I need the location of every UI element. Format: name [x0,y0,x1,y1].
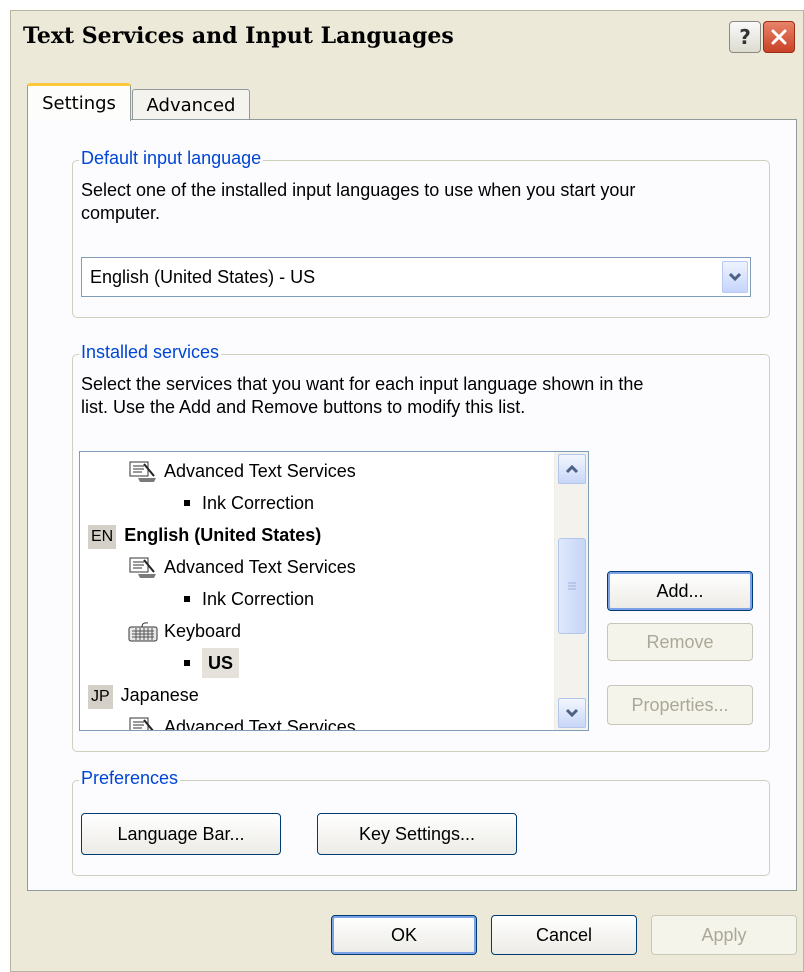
list-item-label: US [202,648,240,678]
tab-advanced-label: Advanced [146,94,236,116]
remove-button[interactable]: Remove [607,623,753,661]
text-services-icon [129,557,156,579]
list-scrollbar[interactable] [554,452,588,730]
tab-settings[interactable]: Settings [27,83,131,121]
dialog-window: Text Services and Input Languages ? Sett… [10,10,804,972]
bullet-icon [184,660,190,667]
list-item-label: Advanced Text Services [164,461,356,481]
text-services-icon [129,717,154,730]
tab-settings-label: Settings [42,93,116,114]
list-item-label: Keyboard [164,621,242,641]
language-badge: EN [88,525,117,549]
keyboard-icon [128,622,158,642]
tab-advanced[interactable]: Advanced [132,89,250,120]
chevron-down-icon [565,708,579,718]
grip-icon [568,582,576,590]
scroll-thumb[interactable] [558,538,586,634]
language-bar-button[interactable]: Language Bar... [81,813,281,855]
default-input-language-group: Default input language Select one of the… [72,148,770,318]
help-icon: ? [739,25,751,49]
close-button[interactable] [763,21,795,53]
installed-services-legend: Installed services [79,342,222,363]
help-button[interactable]: ? [729,21,761,53]
text-services-icon [129,461,156,483]
window-title: Text Services and Input Languages [23,23,454,49]
description-line: Select one of the installed input langua… [81,180,636,200]
key-settings-button[interactable]: Key Settings... [317,813,517,855]
settings-panel: Default input language Select one of the… [27,119,797,891]
list-item[interactable]: EN English (United States) [88,520,321,550]
list-item[interactable]: Advanced Text Services [128,712,356,731]
list-item-selected[interactable]: US [184,648,240,678]
default-input-language-description: Select one of the installed input langua… [81,179,635,225]
list-item[interactable]: Keyboard [128,616,241,646]
chevron-up-icon [565,464,579,474]
properties-button[interactable]: Properties... [607,685,753,725]
default-input-language-dropdown[interactable]: English (United States) - US [81,257,751,297]
installed-services-list[interactable]: Advanced Text Services Ink Correction EN… [79,451,589,731]
description-line: Select the services that you want for ea… [81,374,644,394]
description-line: computer. [81,203,161,223]
preferences-group: Preferences Language Bar... Key Settings… [72,768,770,876]
scroll-up-button[interactable] [558,454,586,484]
ok-button[interactable]: OK [331,915,477,955]
list-item[interactable]: Advanced Text Services [128,456,356,486]
list-item[interactable]: Ink Correction [184,584,314,614]
apply-button[interactable]: Apply [651,915,797,955]
chevron-down-icon[interactable] [722,261,748,293]
list-item-label: Ink Correction [202,589,315,609]
cancel-button[interactable]: Cancel [491,915,637,955]
close-icon [771,29,787,45]
bullet-icon [184,596,190,603]
bullet-icon [184,500,190,507]
installed-services-group: Installed services Select the services t… [72,342,770,752]
language-badge: JP [88,685,113,709]
installed-services-description: Select the services that you want for ea… [81,373,643,419]
list-item-label: Ink Correction [202,493,315,513]
list-item-label: English (United States) [124,525,322,545]
list-item-label: Advanced Text Services [164,557,356,577]
scroll-down-button[interactable] [558,698,586,728]
dropdown-selected-value: English (United States) - US [90,267,316,287]
list-item[interactable]: Advanced Text Services [128,552,356,582]
add-button[interactable]: Add... [607,571,753,611]
list-item-label: Advanced Text Services [164,717,356,731]
default-input-language-legend: Default input language [79,148,264,169]
list-item[interactable]: JP Japanese [88,680,199,710]
list-item-label: Japanese [120,685,199,705]
preferences-legend: Preferences [79,768,181,789]
description-line: list. Use the Add and Remove buttons to … [81,397,526,417]
list-item[interactable]: Ink Correction [184,488,314,518]
title-bar[interactable]: Text Services and Input Languages ? [11,11,803,61]
